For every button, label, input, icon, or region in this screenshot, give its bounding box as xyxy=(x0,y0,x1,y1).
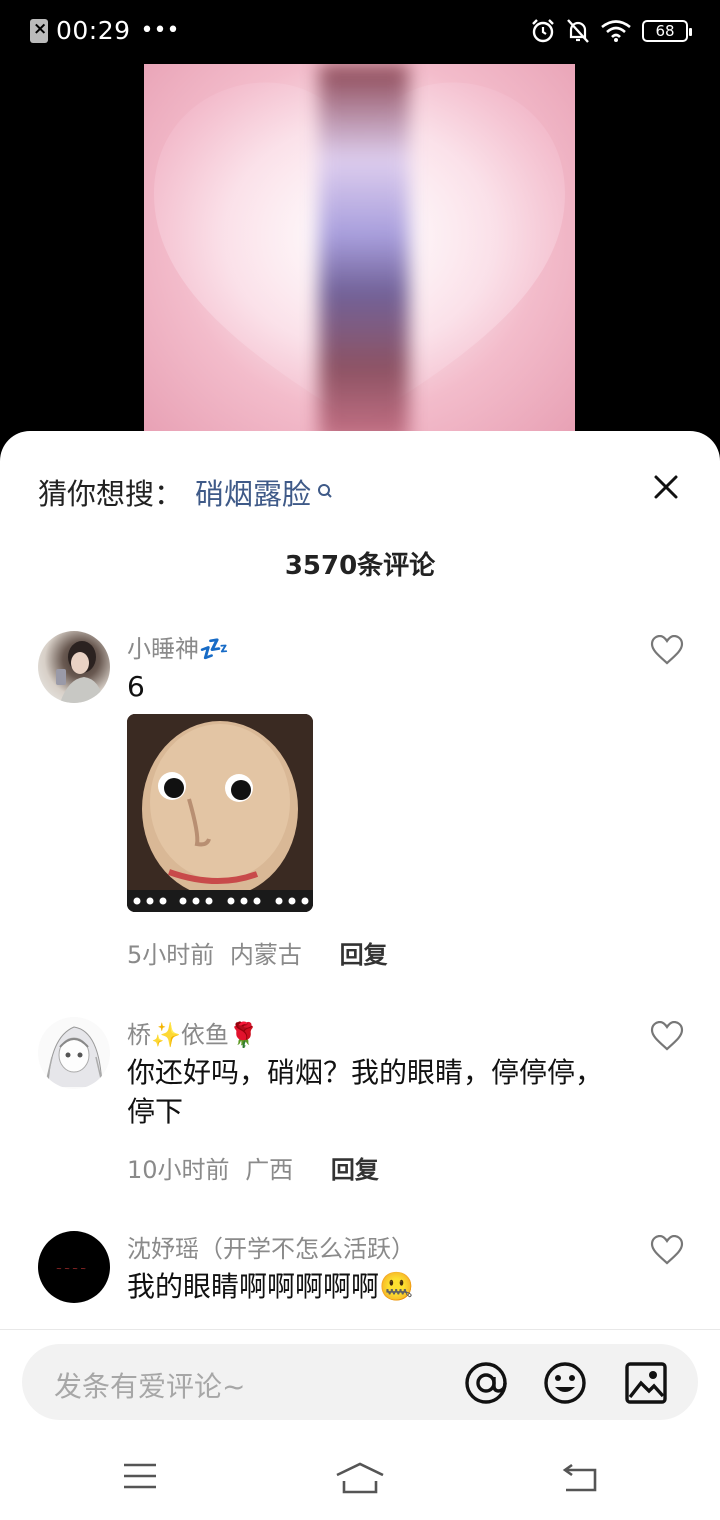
status-bar: 00:29 ••• 68 xyxy=(0,0,720,64)
reply-button[interactable]: 回复 xyxy=(331,1156,379,1184)
video-subject xyxy=(319,64,409,444)
comment-meta: 10小时前 广西 回复 xyxy=(127,1150,379,1185)
wifi-icon xyxy=(601,20,631,42)
comment-text: 你还好吗，硝烟？我的眼睛，停停停，停下 xyxy=(127,1056,604,1128)
avatar-image xyxy=(56,641,104,703)
comment-username[interactable]: 沈妤瑶（开学不怎么活跃） xyxy=(127,1229,415,1264)
username-text: 桥 xyxy=(127,1021,151,1049)
search-suggestion-prefix: 猜你想搜： xyxy=(38,477,184,511)
comment-meta: 5小时前 内蒙古 回复 xyxy=(127,935,388,970)
status-left: 00:29 ••• xyxy=(30,16,179,45)
avatar[interactable]: ~ ~ ~ ~ xyxy=(38,1231,110,1303)
like-icon[interactable] xyxy=(650,635,684,665)
notifications-off-icon xyxy=(567,19,589,43)
mention-icon[interactable] xyxy=(464,1361,508,1405)
comment-image-content xyxy=(127,714,313,912)
username-text: 小睡神 xyxy=(127,635,199,663)
avatar-image: ~ ~ ~ ~ xyxy=(56,1265,86,1273)
more-notifications-icon: ••• xyxy=(140,18,180,43)
comment-time: 10小时前 xyxy=(127,1156,230,1184)
system-nav-bar xyxy=(0,1453,720,1520)
battery-level: 68 xyxy=(655,22,675,40)
comment-text: 6 xyxy=(127,670,145,703)
no-sim-icon xyxy=(30,18,48,43)
comment-username[interactable]: 小睡神💤 xyxy=(127,629,229,664)
divider xyxy=(0,1329,720,1330)
comment-input-placeholder: 发条有爱评论~ xyxy=(54,1370,246,1403)
video-preview[interactable] xyxy=(144,64,575,444)
comment-location: 广西 xyxy=(245,1156,294,1184)
avatar[interactable] xyxy=(38,631,110,703)
comment-input[interactable]: 发条有爱评论~ xyxy=(22,1344,698,1420)
alarm-icon xyxy=(532,19,554,43)
back-icon[interactable] xyxy=(562,1461,598,1493)
comment-location: 内蒙古 xyxy=(229,941,302,969)
comment-username[interactable]: 桥✨依鱼🌹 xyxy=(127,1015,259,1050)
comment-image[interactable] xyxy=(127,714,313,912)
image-icon[interactable] xyxy=(624,1361,668,1405)
like-icon[interactable] xyxy=(650,1021,684,1051)
comment-sheet: 猜你想搜： 硝烟露脸 3570条评论 小睡神💤 6 5小时前 内蒙古 回复 桥✨… xyxy=(0,431,720,1520)
avatar-image xyxy=(45,1026,103,1088)
comment-text: 我的眼睛啊啊啊啊啊🤐 xyxy=(127,1270,414,1303)
like-icon[interactable] xyxy=(650,1235,684,1265)
comment-count: 3570条评论 xyxy=(284,551,436,581)
comment-time: 5小时前 xyxy=(127,941,215,969)
battery-icon: 68 xyxy=(642,20,692,42)
svg-text:~ ~ ~ ~: ~ ~ ~ ~ xyxy=(56,1265,86,1273)
menu-icon[interactable] xyxy=(122,1461,158,1491)
avatar[interactable] xyxy=(38,1017,110,1089)
username-emoji: 💤 xyxy=(199,635,229,663)
home-icon[interactable] xyxy=(335,1461,385,1495)
clock: 00:29 xyxy=(56,16,131,45)
reply-button[interactable]: 回复 xyxy=(340,941,388,969)
emoji-icon[interactable] xyxy=(543,1361,587,1405)
search-suggestion-keyword[interactable]: 硝烟露脸 xyxy=(195,471,311,513)
username-emoji: ✨依鱼🌹 xyxy=(151,1021,259,1049)
close-icon[interactable] xyxy=(652,473,680,501)
search-suggestion[interactable]: 猜你想搜： 硝烟露脸 xyxy=(38,471,333,513)
status-right: 68 xyxy=(530,18,692,44)
search-icon xyxy=(318,484,332,498)
